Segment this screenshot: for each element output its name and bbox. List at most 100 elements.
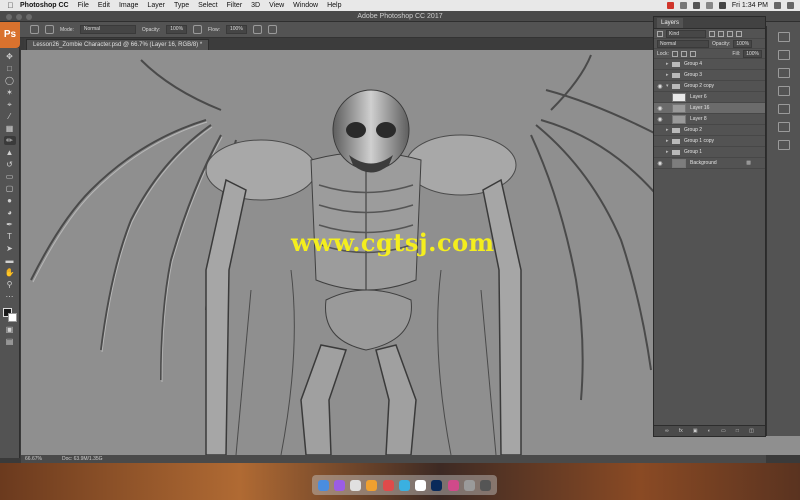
healing-brush-tool-icon[interactable]: ▦ xyxy=(4,124,16,133)
zoom-tool-icon[interactable]: ⚲ xyxy=(4,280,16,289)
brush-tool-icon[interactable]: ✏ xyxy=(3,136,16,145)
quick-select-tool-icon[interactable]: ✶ xyxy=(4,88,16,97)
shape-tool-icon[interactable]: ▬ xyxy=(4,256,16,265)
battery-icon[interactable] xyxy=(718,2,726,9)
layer-row-group-1-copy[interactable]: ▸ Group 1 copy xyxy=(654,136,765,147)
wifi-icon[interactable] xyxy=(705,2,713,9)
layer-row-group-1[interactable]: ▸ Group 1 xyxy=(654,147,765,158)
layer-row-layer-8[interactable]: ◉ Layer 8 xyxy=(654,114,765,125)
layer-row-group-4[interactable]: ▸ Group 4 xyxy=(654,59,765,70)
new-layer-icon[interactable]: □ xyxy=(736,428,739,434)
status-app-icon[interactable] xyxy=(692,2,700,9)
menu-window[interactable]: Window xyxy=(293,2,318,9)
background-color-swatch[interactable] xyxy=(7,313,17,322)
status-app-icon[interactable] xyxy=(679,2,687,9)
finder-icon[interactable] xyxy=(317,479,329,491)
notification-icon[interactable] xyxy=(787,2,794,9)
adjustment-icon[interactable]: ◐ xyxy=(708,428,711,434)
app-icon[interactable] xyxy=(464,479,476,491)
paths-panel-icon[interactable] xyxy=(777,140,790,150)
blur-tool-icon[interactable]: ● xyxy=(4,196,16,205)
safari-icon[interactable] xyxy=(350,479,362,491)
opacity-field[interactable]: 100% xyxy=(166,25,188,34)
layer-row-group-3[interactable]: ▸ Group 3 xyxy=(654,70,765,81)
menubar-clock[interactable]: Fri 1:34 PM xyxy=(732,2,768,9)
menu-image[interactable]: Image xyxy=(119,2,138,9)
menu-layer[interactable]: Layer xyxy=(147,2,165,9)
trash-icon[interactable]: ◫ xyxy=(749,428,754,434)
eraser-tool-icon[interactable]: ▭ xyxy=(4,172,16,181)
menu-help[interactable]: Help xyxy=(327,2,341,9)
doc-size-info[interactable]: Doc: 63.9M/1.35G xyxy=(62,456,103,462)
type-tool-icon[interactable]: T xyxy=(4,232,16,241)
lock-pixels-icon[interactable] xyxy=(671,50,678,57)
folder-icon[interactable]: ▭ xyxy=(721,428,726,434)
app-icon[interactable] xyxy=(398,479,410,491)
lock-position-icon[interactable] xyxy=(680,50,687,57)
dodge-tool-icon[interactable]: ◕ xyxy=(4,208,16,217)
layer-opacity-field[interactable]: 100% xyxy=(733,39,753,48)
close-window-button[interactable] xyxy=(6,14,12,20)
filter-pixel-icon[interactable] xyxy=(709,30,715,37)
lock-all-icon[interactable] xyxy=(689,50,696,57)
brushes-panel-icon[interactable] xyxy=(777,104,790,114)
menu-file[interactable]: File xyxy=(78,2,89,9)
marquee-tool-icon[interactable]: □ xyxy=(4,64,16,73)
menu-3d[interactable]: 3D xyxy=(251,2,260,9)
history-brush-tool-icon[interactable]: ↺ xyxy=(4,160,16,169)
layer-fill-field[interactable]: 100% xyxy=(743,49,762,58)
menu-edit[interactable]: Edit xyxy=(98,2,110,9)
filter-adjustment-icon[interactable] xyxy=(718,30,724,37)
airbrush-icon[interactable] xyxy=(252,25,262,34)
path-select-tool-icon[interactable]: ➤ xyxy=(4,244,16,253)
trash-dock-icon[interactable] xyxy=(480,479,492,491)
eye-icon[interactable]: ◉ xyxy=(654,105,666,112)
document-tab[interactable]: Lesson26_Zombie Character.psd @ 66.7% (L… xyxy=(26,39,210,50)
status-app-icon[interactable] xyxy=(666,2,674,9)
menu-filter[interactable]: Filter xyxy=(227,2,243,9)
pressure-opacity-icon[interactable] xyxy=(193,25,203,34)
app-icon[interactable] xyxy=(382,479,394,491)
menu-view[interactable]: View xyxy=(269,2,284,9)
spotlight-icon[interactable] xyxy=(774,2,781,9)
brush-preset-icon[interactable] xyxy=(30,25,39,34)
layer-row-group-2-copy[interactable]: ◉ ▾ Group 2 copy xyxy=(654,81,765,92)
channels-panel-icon[interactable] xyxy=(777,122,790,132)
app-icon[interactable] xyxy=(447,479,459,491)
menu-type[interactable]: Type xyxy=(174,2,189,9)
crop-tool-icon[interactable]: ⌖ xyxy=(4,100,16,109)
blend-mode-dropdown[interactable]: Normal xyxy=(657,39,709,48)
eyedropper-tool-icon[interactable]: ⁄ xyxy=(4,112,16,121)
launchpad-icon[interactable] xyxy=(333,479,345,491)
flow-field[interactable]: 100% xyxy=(226,25,247,34)
history-panel-icon[interactable] xyxy=(777,32,790,42)
layer-row-layer-16[interactable]: ◉ Layer 16 xyxy=(654,103,765,114)
screen-mode-icon[interactable]: ▤ xyxy=(4,337,16,346)
filter-icon[interactable] xyxy=(657,30,663,37)
filter-type-icon[interactable] xyxy=(727,30,733,37)
gradient-tool-icon[interactable]: ▢ xyxy=(4,184,16,193)
app-icon[interactable] xyxy=(415,479,427,491)
eye-icon[interactable]: ◉ xyxy=(654,83,666,90)
apple-icon[interactable]:  xyxy=(6,1,15,10)
lasso-tool-icon[interactable]: ◯ xyxy=(4,76,16,85)
tab-layers[interactable]: Layers xyxy=(657,17,684,28)
brush-settings-icon[interactable] xyxy=(45,25,54,34)
filter-kind-dropdown[interactable]: Kind xyxy=(666,29,706,38)
layer-row-layer-6[interactable]: Layer 6 xyxy=(654,92,765,103)
move-tool-icon[interactable]: ✥ xyxy=(4,52,16,61)
zoom-level[interactable]: 66.67% xyxy=(25,456,42,462)
mode-dropdown[interactable]: Normal xyxy=(79,25,136,34)
fx-icon[interactable]: fx xyxy=(679,428,683,434)
pen-tool-icon[interactable]: ✒ xyxy=(4,220,16,229)
menu-select[interactable]: Select xyxy=(198,2,217,9)
eye-icon[interactable]: ◉ xyxy=(654,160,666,167)
layer-row-background[interactable]: ◉ Background ▩ xyxy=(654,158,765,169)
filter-shape-icon[interactable] xyxy=(736,30,742,37)
photoshop-dock-icon[interactable] xyxy=(431,479,443,491)
app-icon[interactable] xyxy=(366,479,378,491)
properties-panel-icon[interactable] xyxy=(777,50,790,60)
minimize-window-button[interactable] xyxy=(16,14,22,20)
app-menu[interactable]: Photoshop CC xyxy=(20,2,69,9)
zoom-window-button[interactable] xyxy=(26,14,32,20)
